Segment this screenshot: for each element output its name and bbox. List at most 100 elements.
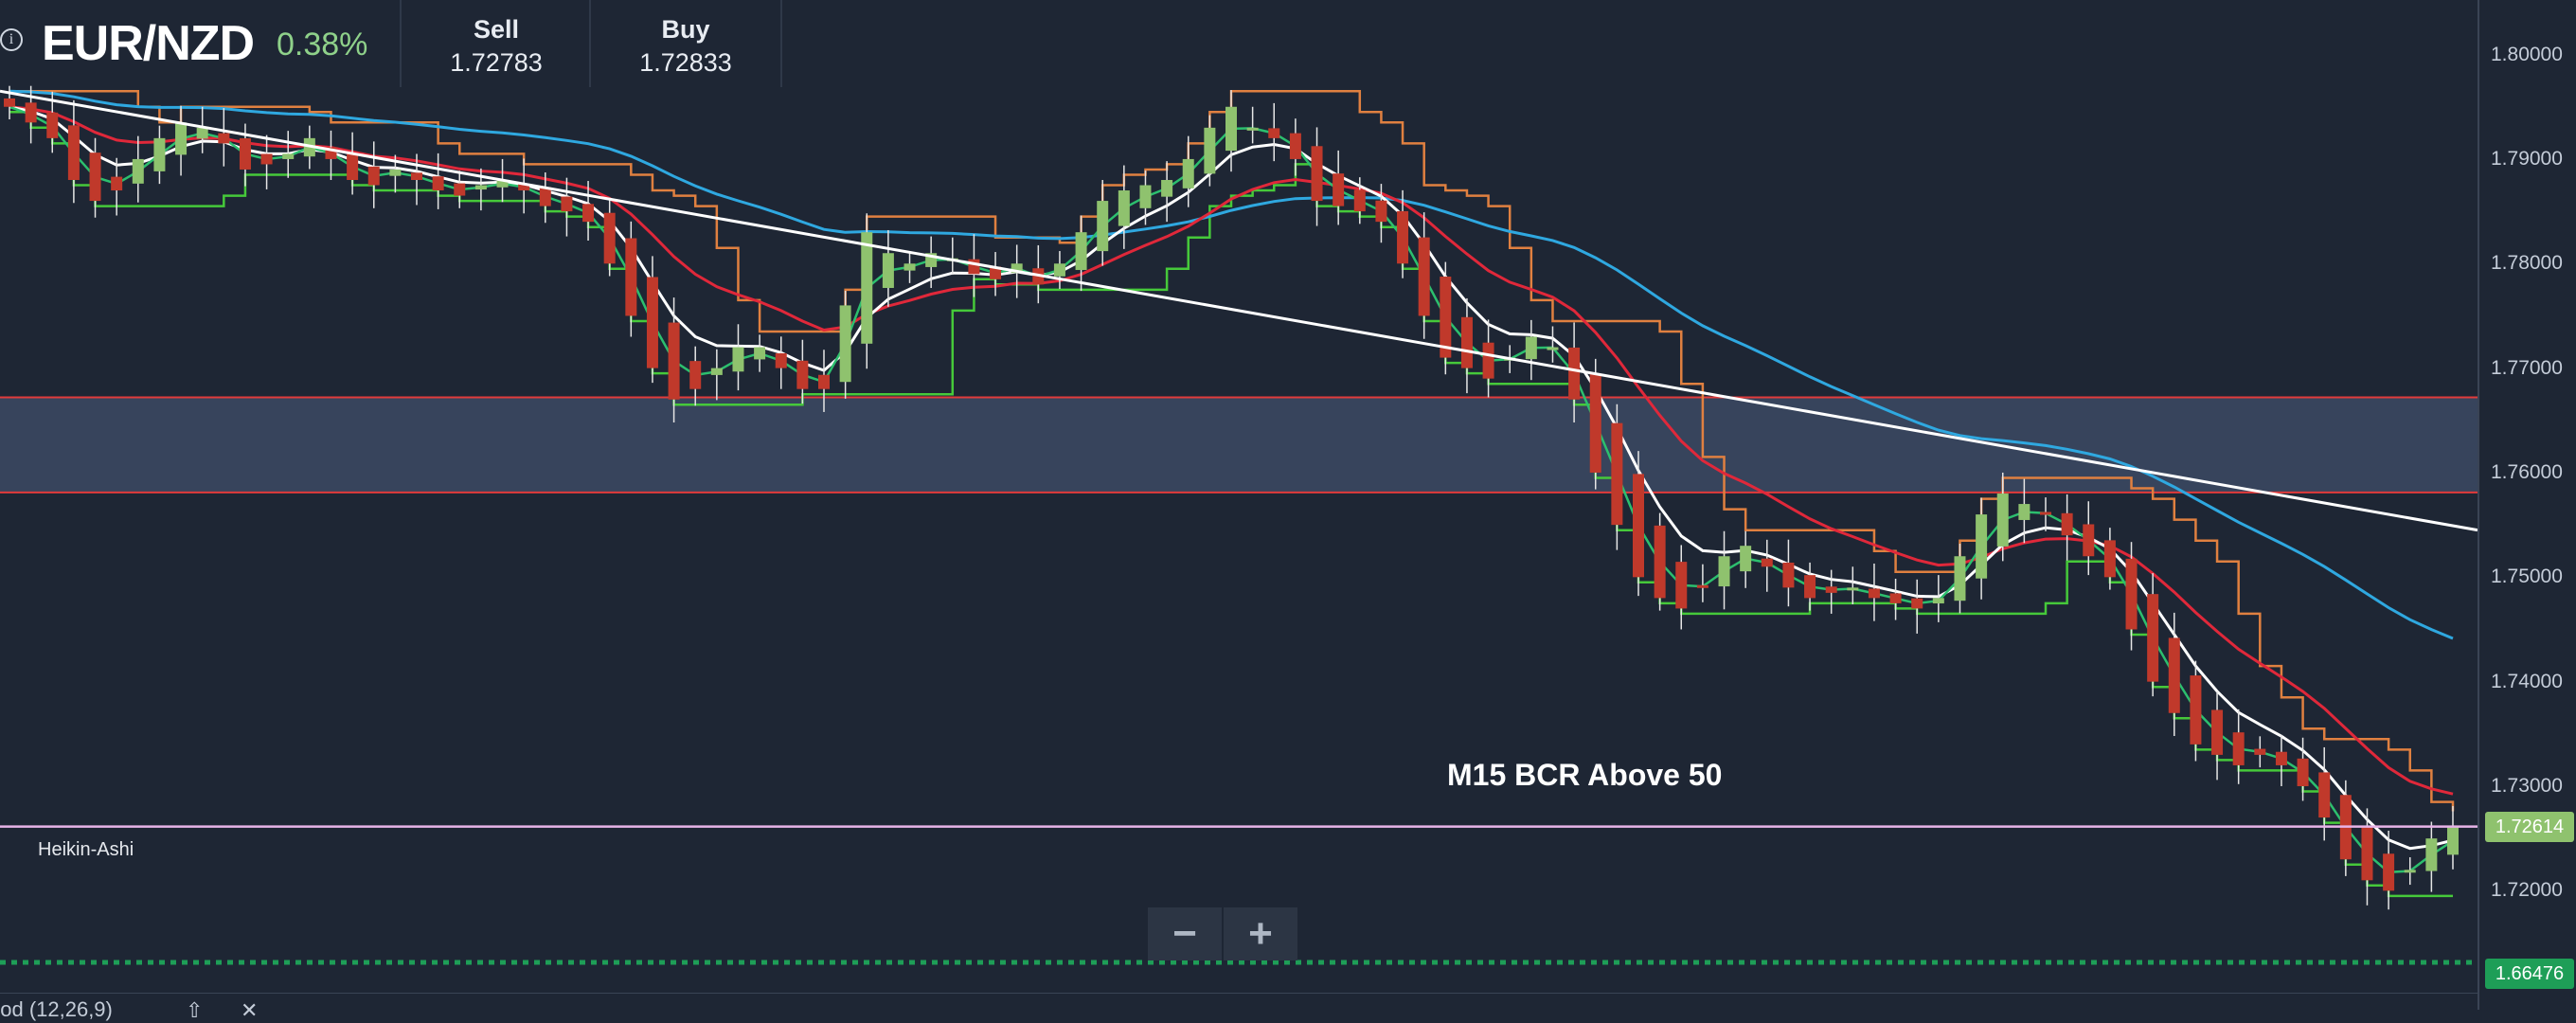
candle	[839, 290, 851, 399]
candle-body	[818, 374, 830, 389]
candle-body	[1761, 558, 1773, 567]
candle-body	[1868, 588, 1880, 599]
price-axis[interactable]: 1.80000 1.79000 1.78000 1.77000 1.76000 1.750…	[2478, 0, 2576, 1010]
candle	[1889, 578, 1902, 620]
zoom-out-button[interactable]: −	[1148, 907, 1222, 960]
sell-price: 1.72783	[450, 48, 543, 77]
zoom-in-button[interactable]: +	[1224, 907, 1297, 960]
candle	[1482, 319, 1494, 398]
candle-body	[367, 166, 380, 186]
candle-body	[1954, 556, 1966, 601]
candle-body	[1740, 546, 1752, 572]
candle	[2275, 735, 2287, 786]
candle	[1460, 297, 1473, 394]
chart-type-label: Heikin-Ashi	[38, 839, 134, 860]
candle-body	[2061, 512, 2073, 536]
info-icon[interactable]: i	[0, 28, 23, 51]
candle	[561, 177, 573, 237]
candle-body	[2318, 772, 2331, 818]
sell-button[interactable]: Sell 1.72783	[400, 0, 591, 87]
buy-button[interactable]: Buy 1.72833	[589, 0, 782, 87]
candle	[1847, 566, 1859, 605]
candle	[1976, 497, 1988, 600]
candle-body	[2275, 751, 2287, 765]
low-price-tag: 1.66476	[2485, 959, 2574, 989]
candle	[67, 99, 80, 204]
candle-body	[1996, 494, 2009, 547]
candle	[1289, 118, 1301, 176]
candle-body	[1482, 342, 1494, 379]
candle	[153, 125, 166, 185]
candle	[1589, 358, 1601, 490]
indicator-series	[9, 89, 2455, 898]
candle-body	[861, 232, 873, 344]
candle	[325, 130, 337, 180]
candle	[990, 252, 1002, 296]
candle-body	[2125, 558, 2138, 630]
candle-body	[2018, 504, 2030, 520]
candle-body	[46, 112, 59, 138]
candle-body	[1633, 474, 1644, 578]
candle-body	[539, 187, 551, 206]
candle	[710, 349, 723, 401]
price-chart[interactable]	[0, 0, 2576, 1010]
candle	[2232, 709, 2245, 784]
donchian-lower-line	[9, 111, 2453, 898]
price-tick-label: 1.78000	[2491, 252, 2563, 275]
buy-label: Buy	[661, 15, 710, 44]
candle-body	[732, 347, 744, 372]
chart-annotation: M15 BCR Above 50	[1447, 758, 1723, 792]
candle-body	[153, 137, 166, 171]
candle-body	[260, 153, 273, 165]
candle-body	[432, 176, 444, 191]
candle-body	[1289, 133, 1301, 159]
candle-body	[1182, 158, 1194, 188]
candle-body	[1246, 127, 1259, 131]
candle-body	[1611, 422, 1623, 526]
candle	[625, 221, 637, 337]
price-tick-label: 1.79000	[2491, 147, 2563, 170]
instrument-symbol[interactable]: EUR/NZD	[42, 15, 255, 72]
candle	[1718, 530, 1730, 610]
buy-price: 1.72833	[639, 48, 732, 77]
candle	[1118, 165, 1130, 249]
price-tick-label: 1.80000	[2491, 43, 2563, 65]
candle-body	[196, 127, 208, 139]
candle	[2147, 573, 2159, 697]
candle	[132, 135, 144, 203]
candle-body	[646, 277, 658, 368]
daily-change: 0.38%	[277, 27, 368, 63]
candle	[1868, 563, 1880, 621]
candle	[2425, 821, 2438, 892]
candle	[1654, 512, 1666, 611]
candle-body	[2190, 675, 2202, 745]
candle-body	[2103, 540, 2116, 578]
candle-body	[411, 172, 422, 180]
candle	[1525, 319, 1537, 381]
candle	[218, 108, 230, 167]
candle-body	[347, 153, 359, 180]
candle	[196, 106, 208, 153]
candle	[603, 200, 616, 277]
candle-body	[2147, 594, 2159, 682]
chart-canvas[interactable]	[0, 0, 2576, 1010]
close-icon[interactable]: ✕	[241, 998, 258, 1023]
candle-body	[1889, 593, 1902, 603]
candle-body	[2168, 637, 2180, 713]
up-arrow-icon[interactable]: ⇧	[186, 998, 203, 1023]
candle-body	[132, 158, 144, 184]
candle-body	[1139, 185, 1152, 208]
candle	[1911, 579, 1923, 634]
indicator-panel-title: ood (12,26,9)	[0, 997, 113, 1021]
candle-body	[968, 259, 980, 275]
candle	[1782, 539, 1795, 607]
candle-body	[1675, 562, 1688, 609]
candle	[1397, 189, 1409, 278]
candle-body	[89, 153, 101, 202]
candle-body	[2404, 870, 2416, 873]
candle-body	[2254, 748, 2266, 755]
candle-body	[1268, 128, 1280, 138]
candle-body	[218, 133, 230, 144]
candle-body	[2297, 758, 2309, 786]
candle-body	[903, 263, 916, 271]
